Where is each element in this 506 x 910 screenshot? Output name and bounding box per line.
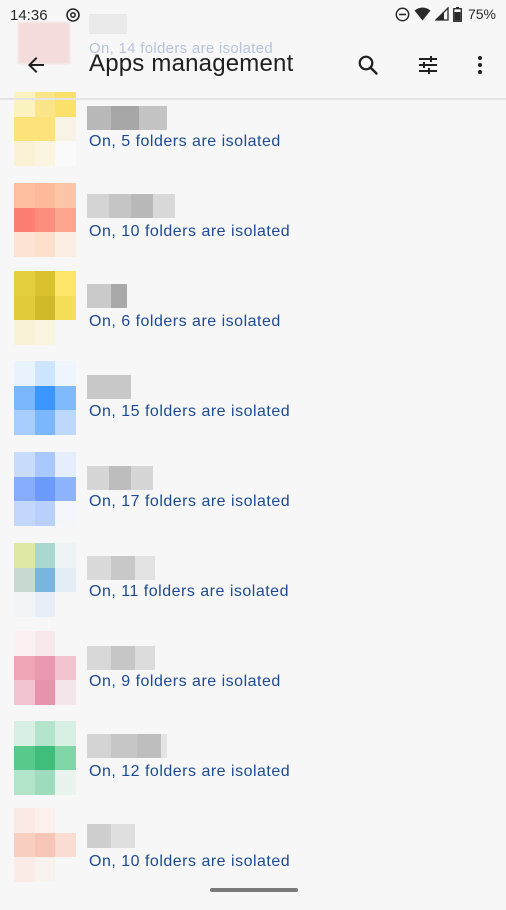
- status-icons: 75%: [395, 6, 496, 22]
- list-item[interactable]: On, 6 folders are isolated: [0, 271, 506, 370]
- tune-icon: [419, 56, 437, 74]
- app-icon: [14, 92, 76, 166]
- list-item[interactable]: On, 12 folders are isolated: [0, 721, 506, 820]
- more-vert-icon: [478, 56, 482, 74]
- battery-percent: 75%: [467, 6, 496, 22]
- app-icon: [14, 452, 76, 526]
- app-name-redacted: [87, 734, 167, 758]
- arrow-back-icon: [28, 57, 44, 73]
- app-icon: [14, 543, 76, 617]
- page-title: Apps management: [89, 50, 294, 77]
- more-options-button[interactable]: [460, 45, 500, 85]
- list-item[interactable]: On, 5 folders are isolated: [0, 92, 506, 190]
- app-status-text: On, 17 folders are isolated: [89, 493, 291, 510]
- list-item[interactable]: On, 9 folders are isolated: [0, 631, 506, 730]
- cell-signal-icon: [434, 7, 449, 21]
- app-icon: [14, 361, 76, 435]
- app-name-redacted: [87, 556, 155, 580]
- app-status-text: On, 10 folders are isolated: [89, 853, 291, 870]
- app-name-redacted: [87, 194, 175, 218]
- app-name-redacted: [87, 106, 167, 130]
- status-time: 14:36: [10, 7, 48, 24]
- at-sign-icon: [66, 8, 80, 22]
- app-status-text: On, 5 folders are isolated: [89, 133, 281, 150]
- app-status-text: On, 9 folders are isolated: [89, 673, 281, 690]
- home-indicator[interactable]: [210, 888, 298, 892]
- list-item[interactable]: On, 10 folders are isolated: [0, 808, 506, 910]
- app-name-redacted: [87, 284, 127, 308]
- list-item[interactable]: On, 10 folders are isolated: [0, 183, 506, 280]
- app-status-text: On, 15 folders are isolated: [89, 403, 291, 420]
- status-bar: 14:36 75%: [0, 0, 506, 32]
- app-status-text: On, 10 folders are isolated: [89, 223, 291, 240]
- app-bar-divider: [0, 98, 506, 100]
- search-icon: [358, 55, 378, 75]
- battery-icon: [453, 6, 462, 22]
- list-item[interactable]: On, 11 folders are isolated: [0, 543, 506, 640]
- app-bar: On, 14 folders are isolated Apps managem…: [0, 14, 506, 98]
- app-status-text: On, 12 folders are isolated: [89, 763, 291, 780]
- filter-button[interactable]: [408, 45, 448, 85]
- back-button[interactable]: [16, 45, 56, 85]
- list-item[interactable]: On, 17 folders are isolated: [0, 452, 506, 550]
- list-item[interactable]: On, 15 folders are isolated: [0, 361, 506, 460]
- app-icon: [14, 271, 76, 345]
- app-icon: [14, 631, 76, 705]
- app-status-text: On, 11 folders are isolated: [89, 583, 289, 600]
- app-icon: [14, 183, 76, 257]
- app-name-redacted: [87, 375, 131, 399]
- app-name-redacted: [87, 646, 155, 670]
- app-list[interactable]: On, 5 folders are isolated On, 10 folder…: [0, 92, 506, 910]
- app-name-redacted: [87, 824, 135, 848]
- app-icon: [14, 721, 76, 795]
- wifi-icon: [414, 7, 431, 21]
- do-not-disturb-icon: [395, 7, 410, 21]
- app-icon: [14, 808, 76, 882]
- search-button[interactable]: [348, 45, 388, 85]
- app-status-text: On, 6 folders are isolated: [89, 313, 281, 330]
- app-name-redacted: [87, 466, 153, 490]
